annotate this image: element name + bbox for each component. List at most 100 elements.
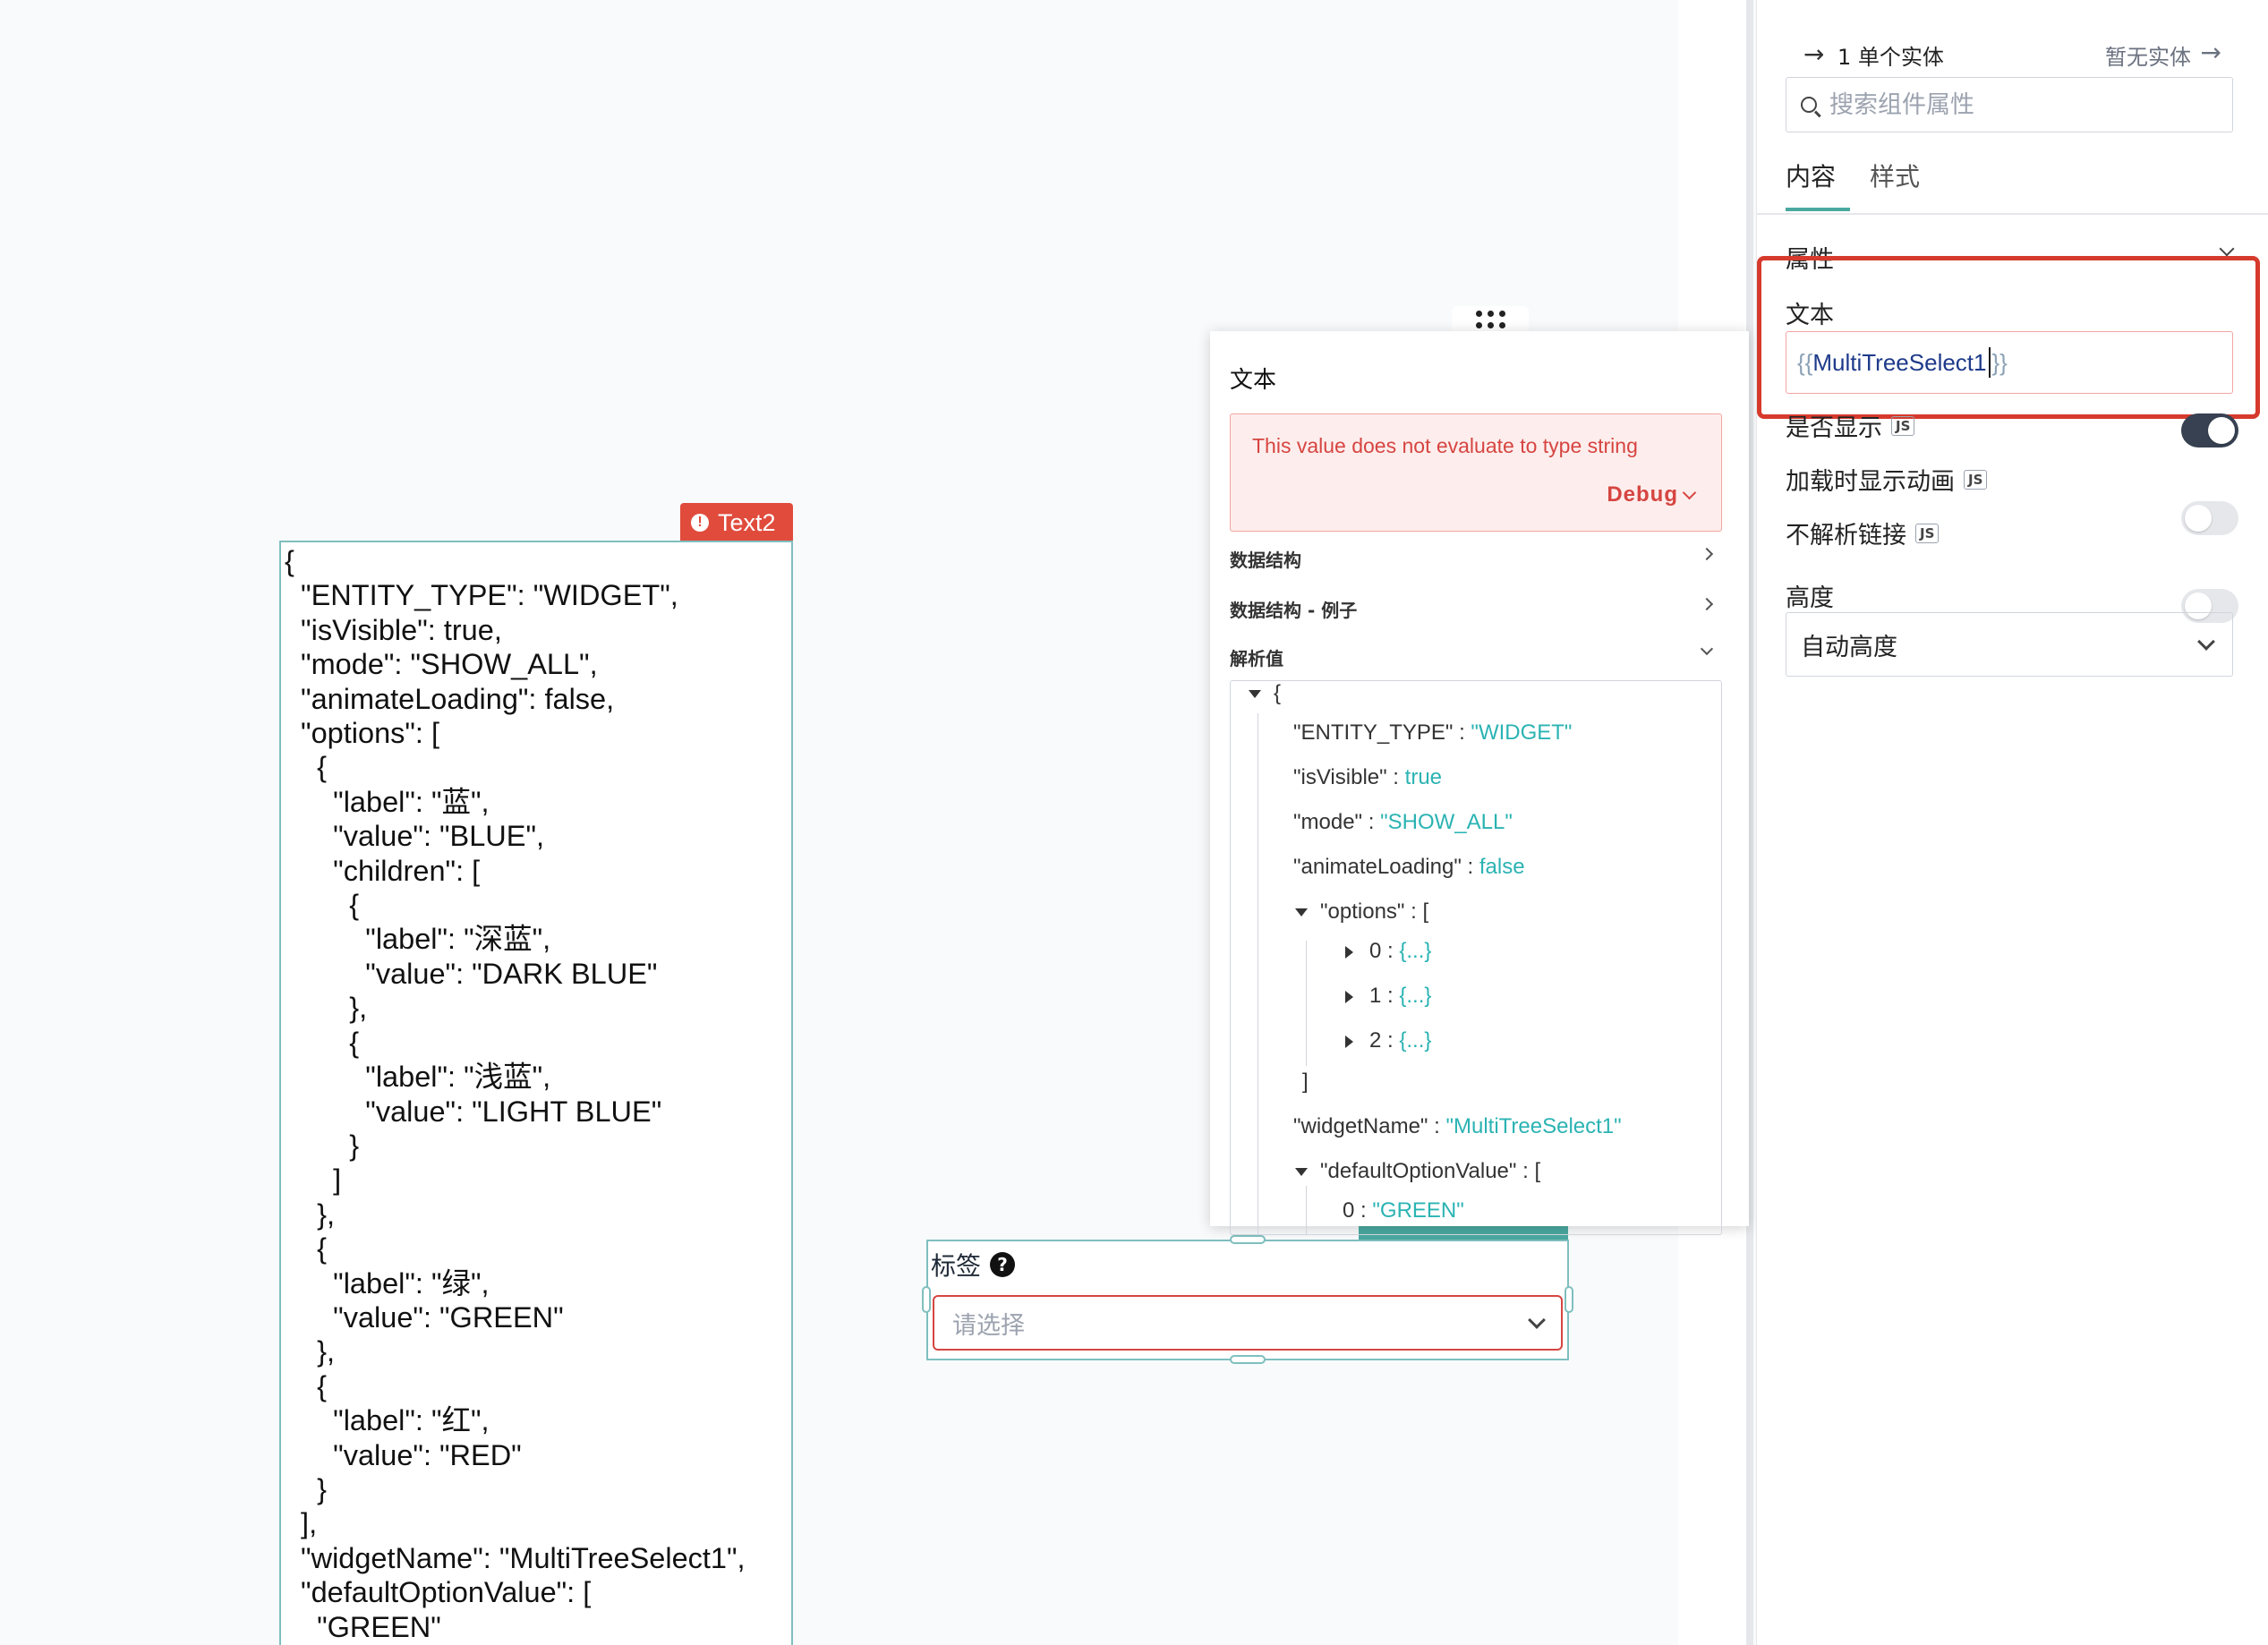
text-line: ], <box>285 1507 318 1540</box>
caret-right-icon[interactable] <box>1345 990 1353 1003</box>
evaluated-value-popover: 文本 This value does not evaluate to type … <box>1210 331 1749 1235</box>
section-data-structure-example[interactable]: 数据结构 - 例子 <box>1230 596 1722 622</box>
text-line: "defaultOptionValue": [ <box>285 1576 592 1609</box>
section-data-structure[interactable]: 数据结构 <box>1230 546 1722 572</box>
caret-right-icon[interactable] <box>1345 1035 1353 1048</box>
multi-tree-select-input[interactable]: 请选择 <box>933 1295 1563 1351</box>
animate-loading-row: 加载时显示动画 JS <box>1786 462 1988 497</box>
search-icon <box>1801 97 1817 113</box>
tree-row: "mode" : "SHOW_ALL" <box>1293 810 1513 834</box>
animate-loading-label: 加载时显示动画 <box>1786 468 1955 496</box>
text-line: "animateLoading": false, <box>285 682 615 715</box>
tree-row-options[interactable]: "options" : [ <box>1295 899 1428 925</box>
no-parse-link-row: 不解析链接 JS <box>1786 516 1940 550</box>
chevron-down-icon[interactable] <box>2219 241 2235 257</box>
arrow-right-icon[interactable]: → <box>2201 38 2221 67</box>
text-line: { <box>285 1026 360 1059</box>
text-line: { <box>285 1232 327 1266</box>
property-search <box>1786 77 2233 132</box>
tree-row[interactable]: 2 : {...} <box>1345 1028 1431 1053</box>
text-line: ] <box>285 1163 342 1197</box>
popover-title: 文本 <box>1230 367 1277 394</box>
resize-handle-left[interactable] <box>922 1286 931 1313</box>
caret-down-icon[interactable] <box>1249 690 1261 699</box>
tree-row-default-option-value[interactable]: "defaultOptionValue" : [ <box>1295 1159 1540 1184</box>
caret-right-icon[interactable] <box>1345 945 1353 959</box>
visible-row: 是否显示 JS <box>1786 408 1915 443</box>
text-line: "label": "深蓝", <box>285 923 551 956</box>
arrow-right-icon[interactable]: → <box>1803 39 1824 69</box>
property-search-input[interactable] <box>1829 90 2205 119</box>
text-line: } <box>285 1129 360 1162</box>
text-line: { <box>285 545 294 577</box>
tree-row: "widgetName" : "MultiTreeSelect1" <box>1293 1114 1622 1138</box>
section-evaluated-value[interactable]: 解析值 <box>1230 642 1722 670</box>
text-line: "children": [ <box>285 854 481 887</box>
error-message: This value does not evaluate to type str… <box>1252 434 1638 457</box>
text-line: "isVisible": true, <box>285 613 502 646</box>
text-line: "label": "红", <box>285 1404 490 1437</box>
tree-row[interactable]: 1 : {...} <box>1345 984 1431 1009</box>
section-label: 数据结构 <box>1230 550 1301 571</box>
text-line: "value": "DARK BLUE" <box>285 957 658 990</box>
resize-handle-right[interactable] <box>1565 1286 1573 1313</box>
tab-content[interactable]: 内容 <box>1786 158 1836 193</box>
text-line: "label": "绿", <box>285 1266 490 1300</box>
tree-row[interactable]: 0 : {...} <box>1345 939 1431 964</box>
chevron-down-icon <box>1528 1311 1546 1329</box>
text-line: "ENTITY_TYPE": "WIDGET", <box>285 579 678 612</box>
text-widget[interactable]: { "ENTITY_TYPE": "WIDGET", "isVisible": … <box>279 541 793 1645</box>
text-widget-content: { "ENTITY_TYPE": "WIDGET", "isVisible": … <box>285 542 791 1644</box>
no-parse-link-label: 不解析链接 <box>1786 522 1906 550</box>
animate-loading-switch[interactable] <box>2181 501 2238 535</box>
text-line: "value": "RED" <box>285 1438 522 1471</box>
resize-handle-top[interactable] <box>1230 1235 1266 1244</box>
question-circle-icon[interactable]: ? <box>990 1252 1016 1277</box>
widget-name-badge[interactable]: ! Text2 <box>680 503 793 542</box>
tabs-divider <box>1757 213 2268 215</box>
text-line: }, <box>285 992 368 1025</box>
chevron-right-icon <box>1700 547 1714 561</box>
text-line: "label": "蓝", <box>285 785 490 818</box>
chevron-right-icon <box>1700 597 1714 611</box>
no-entity-link[interactable]: 暂无实体 <box>2105 39 2191 71</box>
text-line: "value": "BLUE", <box>285 820 545 853</box>
json-tree-viewer: { "ENTITY_TYPE" : "WIDGET" "isVisible" :… <box>1230 680 1722 1235</box>
section-label: 数据结构 - 例子 <box>1230 600 1358 621</box>
text-line: "value": "LIGHT BLUE" <box>285 1095 662 1128</box>
text-line: "widgetName": "MultiTreeSelect1", <box>285 1541 746 1574</box>
highlight-annotation <box>1757 256 2260 419</box>
text-line: "value": "GREEN" <box>285 1300 564 1334</box>
js-toggle-button[interactable]: JS <box>1915 523 1940 543</box>
tree-row: 0 : "GREEN" <box>1343 1198 1464 1223</box>
text-line: "mode": "SHOW_ALL", <box>285 648 598 681</box>
text-line: { <box>285 751 327 784</box>
caret-down-icon[interactable] <box>1295 1168 1308 1177</box>
drag-dots-icon <box>1475 311 1505 328</box>
debug-button[interactable]: Debug <box>1607 482 1678 507</box>
height-select[interactable]: 自动高度 <box>1786 612 2233 677</box>
select-placeholder: 请选择 <box>952 1311 1025 1340</box>
tree-row-close: ] <box>1302 1070 1309 1094</box>
tab-style[interactable]: 样式 <box>1870 158 1920 193</box>
caret-down-icon[interactable] <box>1295 908 1308 917</box>
js-toggle-button[interactable]: JS <box>1964 469 1988 490</box>
tree-row: "ENTITY_TYPE" : "WIDGET" <box>1293 720 1573 745</box>
height-label: 高度 <box>1786 584 1834 612</box>
visible-label: 是否显示 <box>1786 414 1882 442</box>
chevron-down-icon <box>2197 633 2215 651</box>
error-icon: ! <box>691 514 709 532</box>
entity-count[interactable]: 1 单个实体 <box>1837 39 1944 71</box>
text-line: } <box>285 1472 327 1505</box>
js-toggle-button[interactable]: JS <box>1891 415 1915 436</box>
text-line: "options": [ <box>285 717 440 750</box>
height-value: 自动高度 <box>1801 633 1897 661</box>
resize-handle-bottom[interactable] <box>1230 1355 1266 1364</box>
tree-root[interactable]: { <box>1249 681 1281 706</box>
popover-drag-handle[interactable] <box>1452 306 1529 333</box>
chevron-down-icon[interactable] <box>1682 485 1697 500</box>
text-line: "label": "浅蓝", <box>285 1061 551 1094</box>
tree-row: "animateLoading" : false <box>1293 855 1525 879</box>
section-label: 解析值 <box>1230 648 1283 669</box>
visible-switch[interactable] <box>2181 413 2238 447</box>
